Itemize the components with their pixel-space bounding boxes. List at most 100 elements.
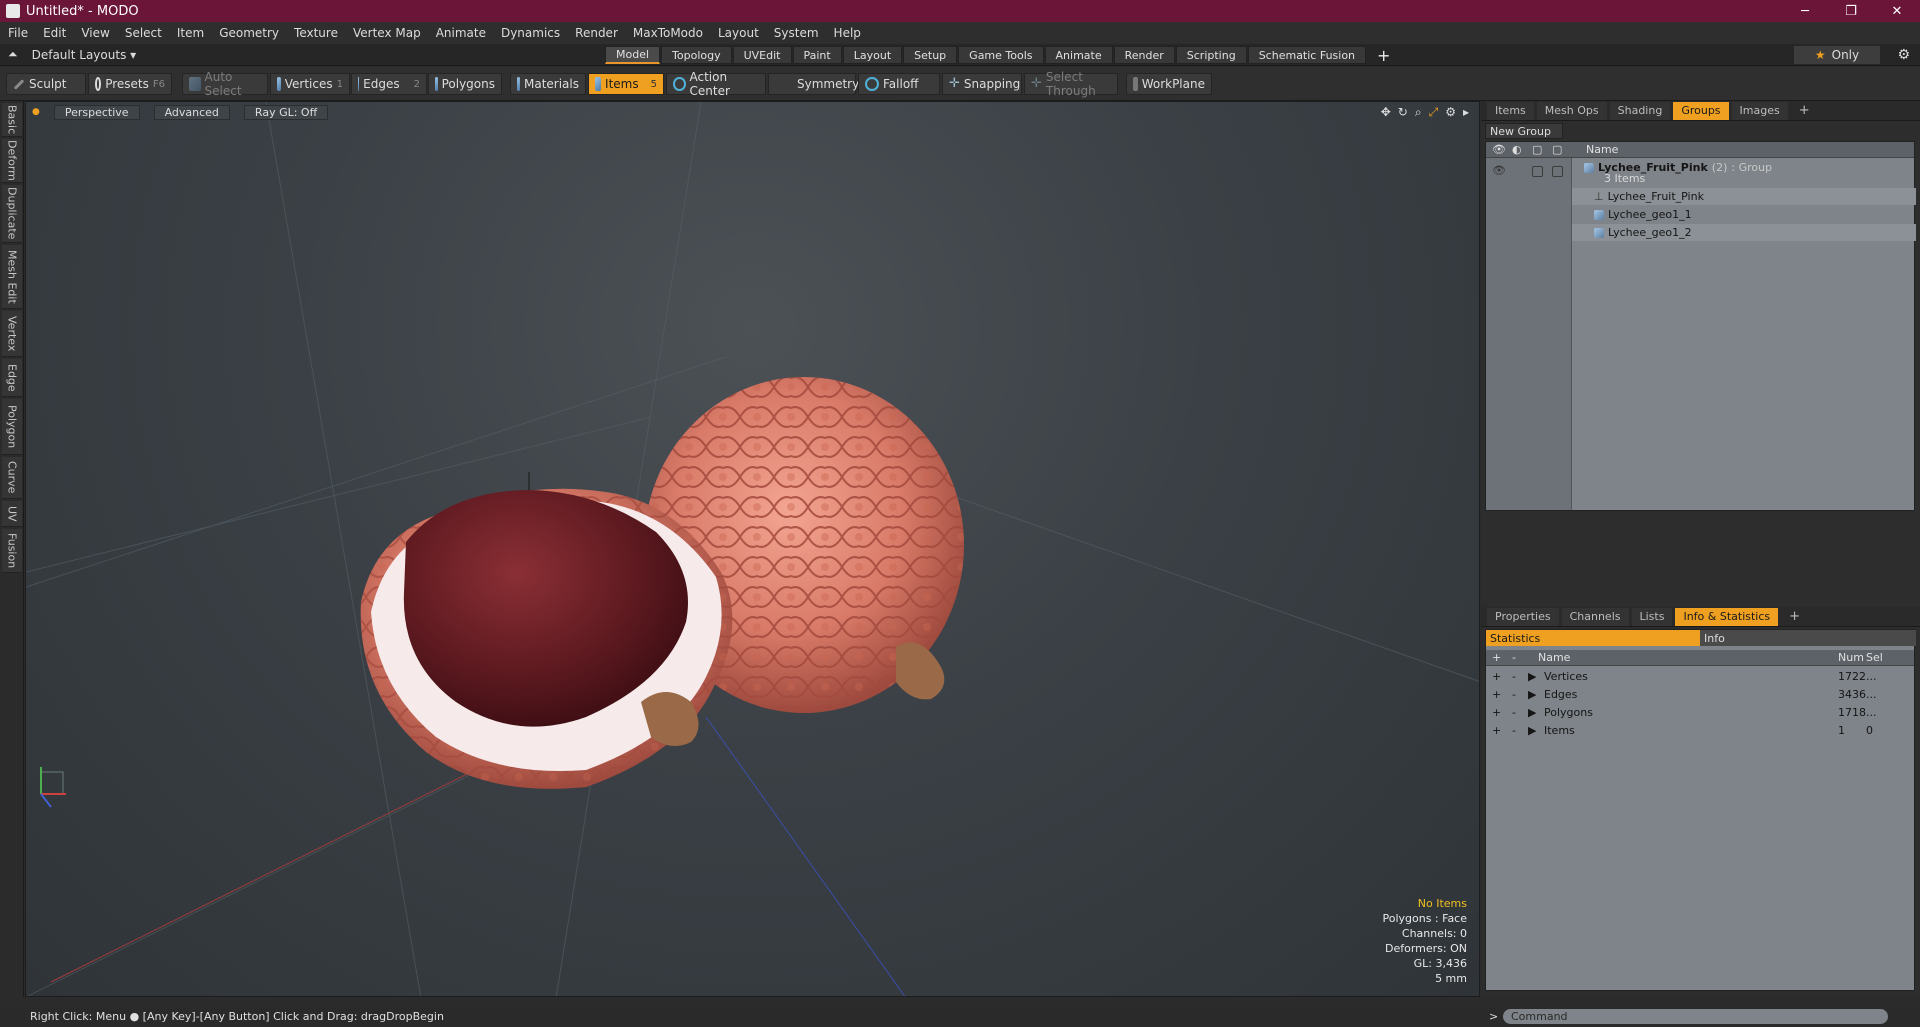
expand-all-icon[interactable]: +: [1492, 651, 1501, 664]
close-button[interactable]: ✕: [1874, 0, 1920, 22]
edges-button[interactable]: Edges 2: [351, 73, 427, 95]
tab-shading[interactable]: Shading: [1609, 101, 1671, 120]
auto-select-button[interactable]: Auto Select: [182, 70, 268, 98]
raygl-toggle[interactable]: Ray GL: Off: [243, 104, 329, 120]
vtab-curve[interactable]: Curve: [2, 457, 22, 499]
row-add-icon[interactable]: +: [1492, 688, 1501, 701]
tab-channels[interactable]: Channels: [1561, 607, 1629, 626]
tab-schematic-fusion[interactable]: Schematic Fusion: [1247, 46, 1367, 64]
vtab-edge[interactable]: Edge: [2, 359, 22, 397]
menu-edit[interactable]: Edit: [43, 26, 66, 40]
menu-vertex-map[interactable]: Vertex Map: [353, 26, 421, 40]
tab-items[interactable]: Items: [1487, 101, 1534, 120]
stats-row-items[interactable]: + - ▶ Items 1 0: [1486, 722, 1914, 740]
only-toggle[interactable]: ★ Only: [1794, 46, 1880, 64]
menu-layout[interactable]: Layout: [718, 26, 759, 40]
viewport-more-icon[interactable]: ▸: [1463, 105, 1469, 120]
menu-item[interactable]: Item: [177, 26, 204, 40]
menu-maxtomodo[interactable]: MaxToModo: [633, 26, 703, 40]
group-child-row[interactable]: Lychee_geo1_2: [1572, 224, 1916, 241]
workplane-button[interactable]: WorkPlane: [1126, 73, 1212, 95]
tab-render[interactable]: Render: [1113, 46, 1175, 64]
stats-row-polygons[interactable]: + - ▶ Polygons 1718 ...: [1486, 704, 1914, 722]
3d-viewport[interactable]: ● Perspective Advanced Ray GL: Off ✥ ↻ ⌕…: [25, 101, 1480, 997]
stats-row-vertices[interactable]: + - ▶ Vertices 1722 ...: [1486, 668, 1914, 686]
collapse-all-icon[interactable]: -: [1512, 651, 1516, 664]
tab-mesh-ops[interactable]: Mesh Ops: [1536, 101, 1607, 120]
vtab-duplicate[interactable]: Duplicate: [2, 185, 22, 243]
snapping-button[interactable]: ✛ Snapping: [942, 73, 1022, 95]
vtab-deform[interactable]: Deform: [2, 139, 22, 183]
tab-info-statistics[interactable]: Info & Statistics: [1675, 607, 1779, 626]
row-expand-icon[interactable]: ▶: [1528, 724, 1536, 737]
vtab-mesh-edit[interactable]: Mesh Edit: [2, 245, 22, 309]
polygons-button[interactable]: Polygons: [428, 73, 502, 95]
perspective-dropdown[interactable]: Perspective: [53, 104, 140, 120]
vtab-vertex[interactable]: Vertex: [2, 311, 22, 357]
menu-file[interactable]: File: [8, 26, 28, 40]
stats-row-edges[interactable]: + - ▶ Edges 3436 ...: [1486, 686, 1914, 704]
rotate-view-icon[interactable]: ↻: [1398, 105, 1408, 120]
group-child-row[interactable]: ⊥ Lychee_Fruit_Pink: [1572, 188, 1916, 205]
new-group-button[interactable]: New Group: [1485, 123, 1563, 139]
row-add-icon[interactable]: +: [1492, 670, 1501, 683]
row-remove-icon[interactable]: -: [1512, 670, 1516, 683]
tab-layout[interactable]: Layout: [842, 46, 903, 64]
add-tab-icon[interactable]: +: [1367, 46, 1400, 65]
tab-setup[interactable]: Setup: [903, 46, 958, 64]
menu-view[interactable]: View: [81, 26, 109, 40]
materials-button[interactable]: Materials: [510, 73, 586, 95]
tab-images[interactable]: Images: [1731, 101, 1788, 120]
sculpt-button[interactable]: Sculpt: [6, 73, 86, 95]
layout-up-icon[interactable]: ⏶: [8, 47, 18, 62]
vtab-polygon[interactable]: Polygon: [2, 399, 22, 455]
tab-lists[interactable]: Lists: [1631, 607, 1673, 626]
restore-button[interactable]: ❐: [1828, 0, 1874, 22]
menu-render[interactable]: Render: [575, 26, 618, 40]
group-lock-checkbox[interactable]: [1532, 166, 1543, 177]
menu-animate[interactable]: Animate: [436, 26, 486, 40]
default-layouts-dropdown[interactable]: Default Layouts ▾: [32, 48, 137, 62]
command-input[interactable]: Command: [1503, 1009, 1888, 1024]
tab-game-tools[interactable]: Game Tools: [958, 46, 1044, 64]
tab-info[interactable]: Info: [1700, 630, 1916, 646]
menu-select[interactable]: Select: [125, 26, 162, 40]
maximize-view-icon[interactable]: ⤢: [1429, 105, 1439, 120]
row-remove-icon[interactable]: -: [1512, 706, 1516, 719]
menu-texture[interactable]: Texture: [294, 26, 338, 40]
add-bottom-tab-icon[interactable]: +: [1781, 608, 1808, 626]
vtab-uv[interactable]: UV: [2, 501, 22, 527]
tab-uvedit[interactable]: UVEdit: [732, 46, 792, 64]
tab-statistics[interactable]: Statistics: [1486, 630, 1700, 646]
move-view-icon[interactable]: ✥: [1381, 105, 1391, 120]
row-expand-icon[interactable]: ▶: [1528, 670, 1536, 683]
lychee-half[interactable]: [360, 488, 733, 789]
vtab-basic[interactable]: Basic: [2, 103, 22, 137]
action-center-button[interactable]: Action Center: [666, 70, 766, 98]
group-child-row[interactable]: Lychee_geo1_1: [1572, 206, 1916, 223]
select-through-button[interactable]: ✛ Select Through: [1024, 70, 1118, 98]
row-remove-icon[interactable]: -: [1512, 724, 1516, 737]
tab-properties[interactable]: Properties: [1487, 607, 1559, 626]
tab-topology[interactable]: Topology: [661, 46, 732, 64]
tab-paint[interactable]: Paint: [792, 46, 842, 64]
row-expand-icon[interactable]: ▶: [1528, 688, 1536, 701]
menu-system[interactable]: System: [774, 26, 819, 40]
presets-button[interactable]: Presets F6: [88, 73, 172, 95]
vtab-fusion[interactable]: Fusion: [2, 529, 22, 573]
viewport-options-icon[interactable]: ●: [32, 107, 40, 117]
gear-icon[interactable]: ⚙: [1897, 47, 1910, 63]
row-add-icon[interactable]: +: [1492, 724, 1501, 737]
menu-geometry[interactable]: Geometry: [219, 26, 279, 40]
viewport-gear-icon[interactable]: ⚙: [1445, 105, 1456, 120]
row-expand-icon[interactable]: ▶: [1528, 706, 1536, 719]
advanced-dropdown[interactable]: Advanced: [153, 104, 230, 120]
tab-animate[interactable]: Animate: [1044, 46, 1113, 64]
zoom-view-icon[interactable]: ⌕: [1415, 105, 1422, 120]
group-visibility-eye-icon[interactable]: 👁: [1492, 164, 1506, 177]
tab-groups[interactable]: Groups: [1673, 101, 1729, 120]
row-remove-icon[interactable]: -: [1512, 688, 1516, 701]
tab-scripting[interactable]: Scripting: [1175, 46, 1247, 64]
add-panel-tab-icon[interactable]: +: [1791, 102, 1818, 120]
row-add-icon[interactable]: +: [1492, 706, 1501, 719]
